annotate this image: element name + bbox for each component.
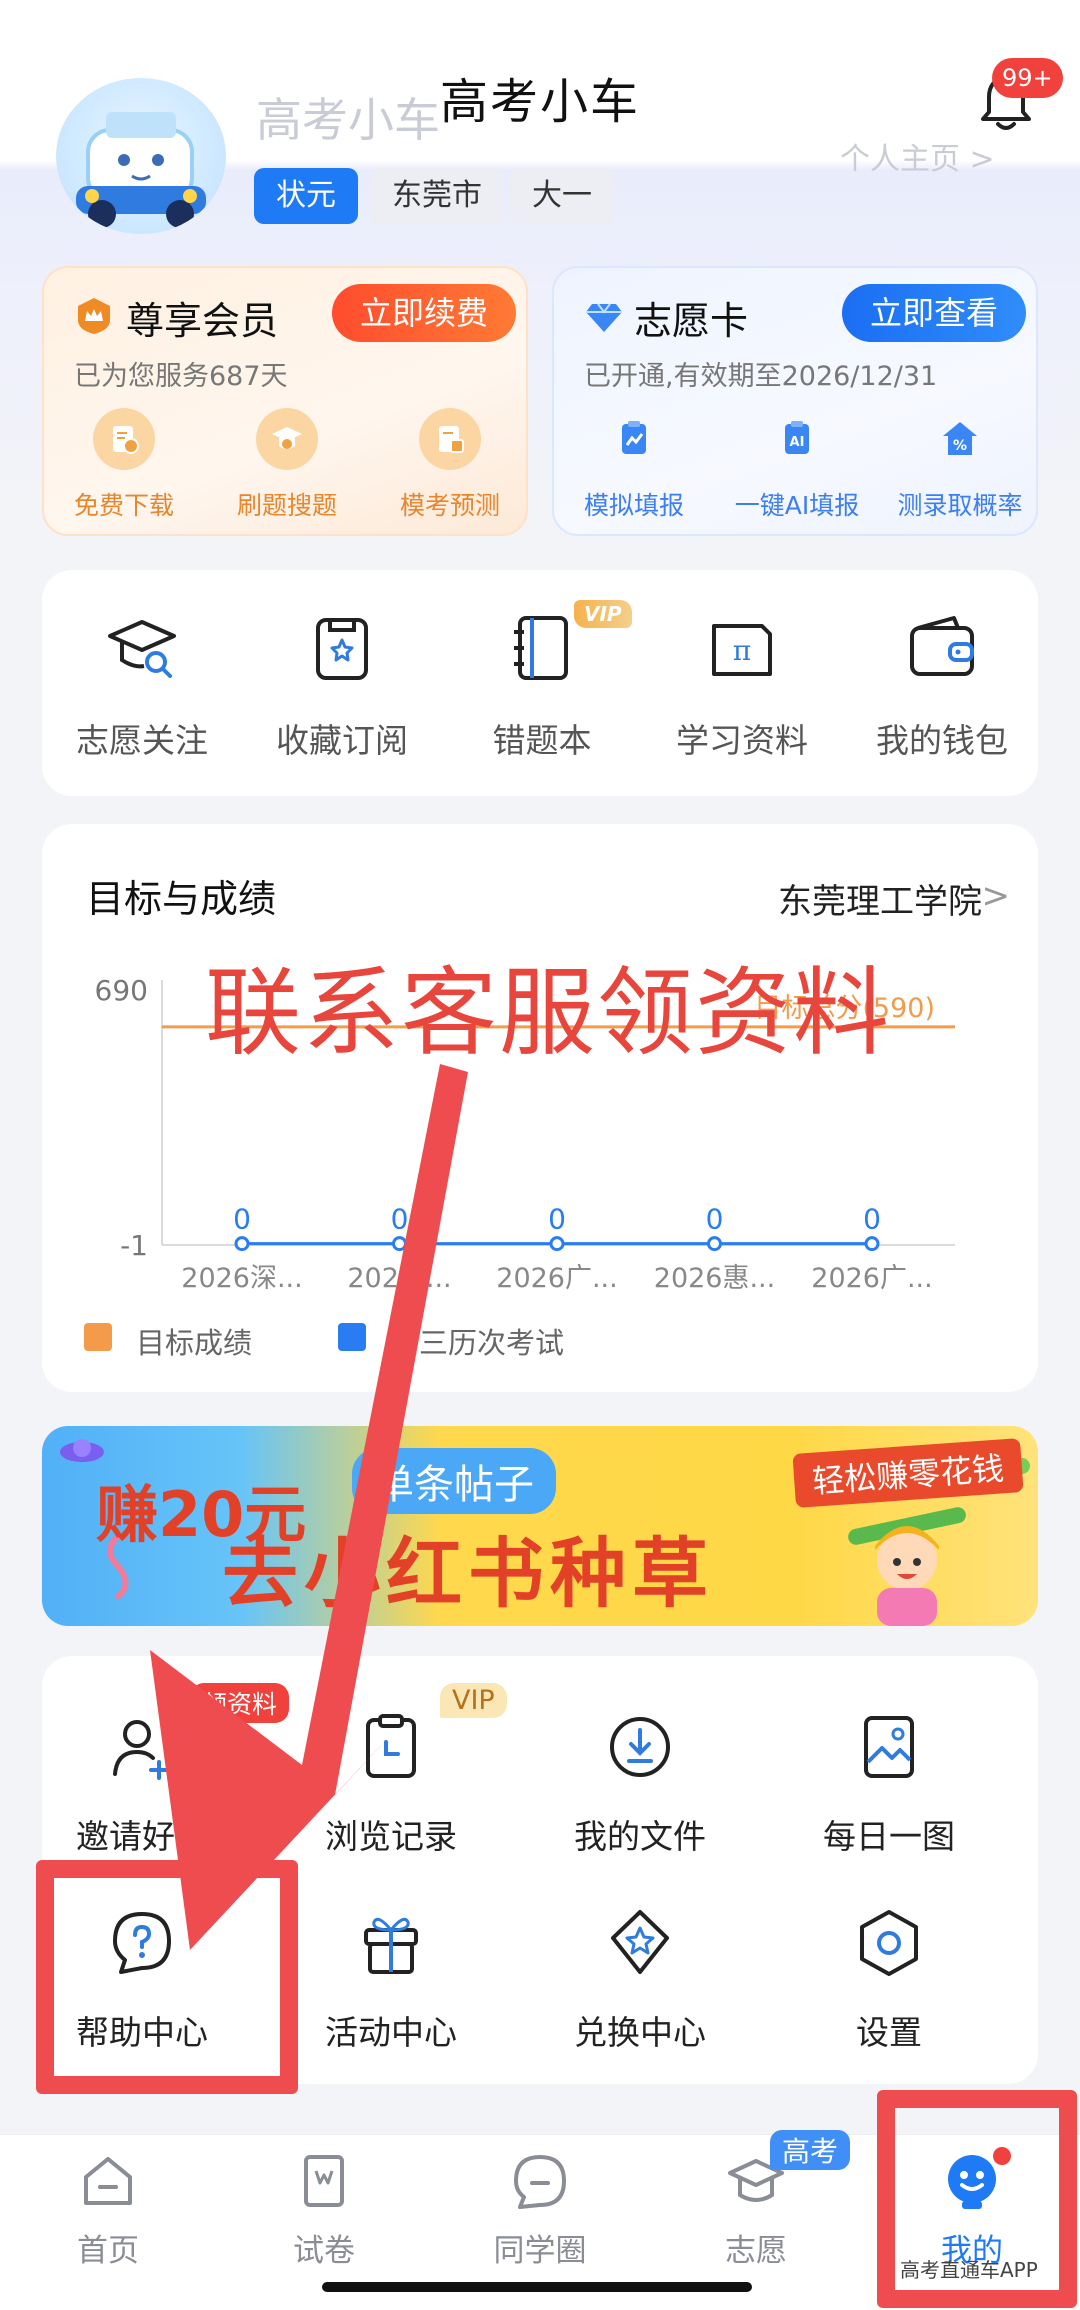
tool-label: 兑换中心 <box>574 2013 706 2052</box>
legend-swatch-exams <box>338 1323 366 1351</box>
tab-home[interactable]: 首页 <box>28 2151 188 2270</box>
tab-label: 志愿 <box>725 2233 787 2269</box>
legend-label-exams: 高三历次考试 <box>390 1326 565 1360</box>
daily-picture-button[interactable]: 每日一图 <box>789 1712 989 1858</box>
exam-data-point <box>234 1236 250 1252</box>
x-tick-label: 2026惠... <box>654 1263 775 1294</box>
tab-classmates[interactable]: 同学圈 <box>460 2151 620 2270</box>
legend-label-target: 目标成绩 <box>136 1326 253 1360</box>
exam-data-point <box>549 1236 565 1252</box>
download-circle-icon <box>610 1717 670 1777</box>
highlight-mine-tab <box>877 2090 1077 2308</box>
paper-icon <box>304 2155 344 2207</box>
home-icon <box>84 2157 132 2205</box>
promo-overlay-text: 联系客服领资料 <box>205 957 891 1069</box>
tool-label: 浏览记录 <box>325 1817 457 1856</box>
wish-tab-badge: 高考 <box>770 2130 851 2170</box>
tool-label: 设置 <box>856 2013 922 2052</box>
exam-data-label: 0 <box>706 1203 724 1236</box>
exam-data-point <box>864 1236 880 1252</box>
chat-icon <box>514 2155 566 2209</box>
x-tick-label: 2026广... <box>496 1263 617 1294</box>
tab-papers[interactable]: 试卷 <box>244 2151 404 2270</box>
activity-center-button[interactable]: 活动中心 <box>291 1908 491 2054</box>
clipboard-clock-icon <box>366 1714 416 1778</box>
exam-data-label: 0 <box>233 1203 251 1236</box>
tool-label: 每日一图 <box>823 1817 955 1856</box>
highlight-help-center <box>36 1860 298 2094</box>
exam-data-point <box>392 1236 407 1252</box>
y-tick-label: 690 <box>95 974 148 1007</box>
tool-label: 我的文件 <box>574 1817 706 1856</box>
settings-hex-icon <box>860 1910 918 1976</box>
x-tick-label: 2026深... <box>181 1263 302 1294</box>
banner-chip: 单条帖子 <box>352 1448 556 1514</box>
add-user-icon <box>113 1720 169 1780</box>
picture-icon <box>864 1716 914 1778</box>
cartoon-girl-icon <box>848 1507 966 1626</box>
invite-friends-button[interactable]: 邀请好友 <box>42 1712 242 1858</box>
y-tick-label: -1 <box>120 1229 148 1262</box>
settings-button[interactable]: 设置 <box>789 1908 989 2054</box>
legend-swatch-target <box>84 1323 112 1351</box>
tool-label: 活动中心 <box>325 2013 457 2052</box>
exam-data-label: 0 <box>863 1203 881 1236</box>
x-tick-label: 2026广... <box>811 1263 932 1294</box>
home-indicator[interactable] <box>322 2282 752 2292</box>
banner-main-text: 去小红书种草 <box>222 1529 714 1618</box>
exam-data-label: 0 <box>391 1203 409 1236</box>
redeem-center-button[interactable]: 兑换中心 <box>540 1908 740 2054</box>
my-files-button[interactable]: 我的文件 <box>540 1712 740 1858</box>
exam-data-point <box>707 1236 722 1252</box>
tab-label: 试卷 <box>293 2233 355 2269</box>
tab-label: 首页 <box>77 2233 139 2269</box>
star-diamond-icon <box>611 1910 669 1974</box>
browse-history-button[interactable]: 浏览记录 <box>291 1712 491 1858</box>
vip-badge: VIP <box>440 1683 507 1718</box>
exam-data-label: 0 <box>548 1203 566 1236</box>
get-material-badge: 领资料 <box>190 1683 290 1723</box>
x-tick-label: 202汕... <box>347 1263 451 1294</box>
tool-label: 邀请好友 <box>76 1817 208 1856</box>
promo-banner[interactable]: 赚20元 单条帖子 去小红书种草 轻松赚零花钱 <box>42 1426 1038 1626</box>
gift-icon <box>364 1917 418 1974</box>
tab-label: 同学圈 <box>493 2233 587 2269</box>
